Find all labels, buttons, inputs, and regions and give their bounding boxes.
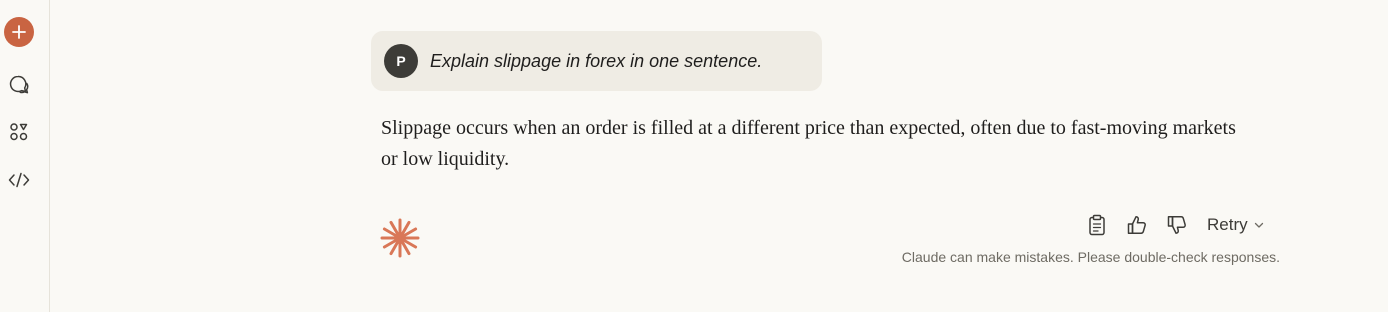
avatar: P: [384, 44, 418, 78]
thumbs-up-button[interactable]: [1125, 213, 1149, 237]
retry-label: Retry: [1207, 215, 1248, 234]
clipboard-icon: [1089, 214, 1105, 236]
code-icon: [8, 172, 30, 188]
conversation-area: P Explain slippage in forex in one sente…: [51, 0, 1388, 312]
projects-icon: [10, 123, 28, 141]
sidebar: [0, 0, 50, 312]
assistant-response: Slippage occurs when an order is filled …: [381, 117, 1236, 170]
retry-button[interactable]: Retry: [1207, 215, 1264, 235]
disclaimer-text: Claude can make mistakes. Please double-…: [901, 249, 1280, 265]
plus-icon: [12, 25, 26, 39]
app-window: P Explain slippage in forex in one sente…: [0, 0, 1388, 312]
chevron-down-icon: [1254, 220, 1264, 230]
thumbs-down-icon: [1167, 216, 1186, 234]
thumbs-up-icon: [1127, 216, 1146, 234]
thumbs-down-button[interactable]: [1165, 213, 1189, 237]
user-message-text: Explain slippage in forex in one sentenc…: [430, 50, 763, 71]
message-actions: Retry: [1085, 211, 1264, 239]
chat-bubbles-icon: [9, 75, 29, 94]
copy-button[interactable]: [1085, 213, 1109, 237]
chats-button[interactable]: [4, 70, 34, 100]
code-button[interactable]: [4, 165, 34, 195]
new-chat-button[interactable]: [4, 17, 34, 47]
user-message: P Explain slippage in forex in one sente…: [371, 31, 822, 91]
claude-logo-icon: [380, 218, 420, 258]
projects-button[interactable]: [4, 117, 34, 147]
